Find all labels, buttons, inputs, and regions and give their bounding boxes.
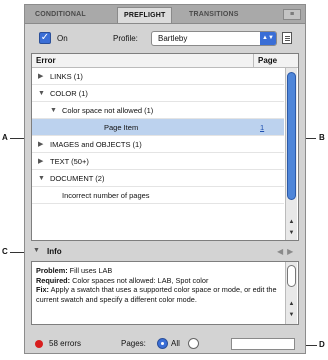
error-list-header: Error Page: [32, 54, 298, 68]
preflight-panel: CONDITIONAL PREFLIGHT TRANSITIONS ≡ ✓ On…: [24, 4, 306, 354]
expand-triangle-icon[interactable]: ▶: [38, 153, 43, 170]
required-text: Color spaces not allowed: LAB, Spot colo…: [70, 275, 209, 285]
list-item[interactable]: ▼ DOCUMENT (2): [32, 170, 284, 187]
callout-d: D: [319, 340, 325, 349]
fix-text: Apply a swatch that uses a supported col…: [36, 285, 277, 304]
panel-footer: 58 errors Pages: All: [25, 335, 305, 353]
info-nav-arrows-icon[interactable]: ◀▶: [277, 247, 297, 256]
column-page[interactable]: Page: [258, 56, 277, 65]
collapse-triangle-icon[interactable]: ▼: [38, 170, 45, 187]
collapse-triangle-icon[interactable]: ▼: [50, 102, 57, 119]
error-rows: ▶ LINKS (1) ▼ COLOR (1) ▼ Color space no…: [32, 68, 284, 240]
error-count[interactable]: 58 errors: [49, 339, 81, 348]
callout-b: B: [319, 133, 325, 142]
pages-all-radio[interactable]: [157, 338, 168, 349]
list-item-label: Color space not allowed (1): [62, 106, 154, 115]
collapse-triangle-icon[interactable]: ▼: [33, 247, 40, 254]
scroll-up-arrow-icon[interactable]: ▲: [287, 218, 296, 226]
column-divider: [253, 54, 254, 67]
scroll-down-arrow-icon[interactable]: ▼: [287, 311, 296, 319]
pages-label: Pages:: [121, 339, 146, 348]
info-section-header: ▼ Info ◀▶: [25, 245, 305, 259]
problem-label: Problem:: [36, 266, 68, 275]
fix-label: Fix:: [36, 285, 49, 295]
pages-all-label: All: [171, 339, 180, 348]
list-item[interactable]: ▶ TEXT (50+): [32, 153, 284, 170]
list-item-label: COLOR (1): [50, 89, 88, 98]
preflight-toolbar: ✓ On Profile: Bartleby ▲▼: [25, 25, 305, 51]
collapse-triangle-icon[interactable]: ▼: [38, 85, 45, 102]
info-label: Info: [47, 247, 62, 256]
list-item[interactable]: ▶ LINKS (1): [32, 68, 284, 85]
list-item-label: DOCUMENT (2): [50, 174, 105, 183]
scroll-down-arrow-icon[interactable]: ▼: [287, 229, 296, 237]
callout-a: A: [2, 133, 8, 142]
problem-text: Fill uses LAB: [67, 266, 113, 275]
on-checkbox[interactable]: ✓: [39, 32, 51, 44]
pages-range-input[interactable]: [231, 338, 295, 350]
error-status-icon: [35, 340, 43, 348]
scroll-thumb[interactable]: [287, 72, 296, 200]
profile-value: Bartleby: [158, 34, 188, 43]
profile-select[interactable]: Bartleby ▲▼: [151, 31, 277, 46]
expand-triangle-icon[interactable]: ▶: [38, 136, 43, 153]
error-list-scrollbar[interactable]: ▲ ▼: [285, 68, 297, 240]
list-item[interactable]: ▼ COLOR (1): [32, 85, 284, 102]
error-list: Error Page ▶ LINKS (1) ▼ COLOR (1) ▼ Col…: [31, 53, 299, 241]
on-label: On: [57, 34, 68, 43]
list-item[interactable]: Incorrect number of pages: [32, 187, 284, 204]
list-item-label: Incorrect number of pages: [62, 191, 150, 200]
panel-menu-icon[interactable]: ≡: [283, 9, 301, 20]
chevron-updown-icon: ▲▼: [260, 32, 276, 45]
list-item-label: TEXT (50+): [50, 157, 89, 166]
list-item-label: LINKS (1): [50, 72, 83, 81]
panel-tab-bar: CONDITIONAL PREFLIGHT TRANSITIONS ≡: [25, 5, 305, 24]
tab-conditional[interactable]: CONDITIONAL: [35, 7, 86, 23]
list-item-label: Page Item: [104, 123, 139, 132]
list-item[interactable]: ▼ Color space not allowed (1): [32, 102, 284, 119]
scroll-up-arrow-icon[interactable]: ▲: [287, 300, 296, 308]
list-item-selected[interactable]: Page Item 1: [32, 119, 284, 136]
info-text: Problem: Fill uses LAB Required: Color s…: [36, 266, 278, 304]
list-item[interactable]: ▶ IMAGES and OBJECTS (1): [32, 136, 284, 153]
tab-preflight[interactable]: PREFLIGHT: [117, 7, 173, 23]
info-panel: Problem: Fill uses LAB Required: Color s…: [31, 261, 299, 325]
column-error[interactable]: Error: [36, 56, 56, 65]
callout-c: C: [2, 247, 8, 256]
page-link[interactable]: 1: [260, 119, 264, 136]
scroll-thumb[interactable]: [287, 265, 296, 287]
info-scrollbar[interactable]: ▲ ▼: [285, 262, 297, 324]
tab-transitions[interactable]: TRANSITIONS: [189, 7, 239, 23]
list-item-label: IMAGES and OBJECTS (1): [50, 140, 142, 149]
define-profiles-icon[interactable]: [282, 32, 292, 44]
expand-triangle-icon[interactable]: ▶: [38, 68, 43, 85]
profile-label: Profile:: [113, 34, 138, 43]
pages-range-radio[interactable]: [188, 338, 199, 349]
required-label: Required:: [36, 275, 71, 285]
